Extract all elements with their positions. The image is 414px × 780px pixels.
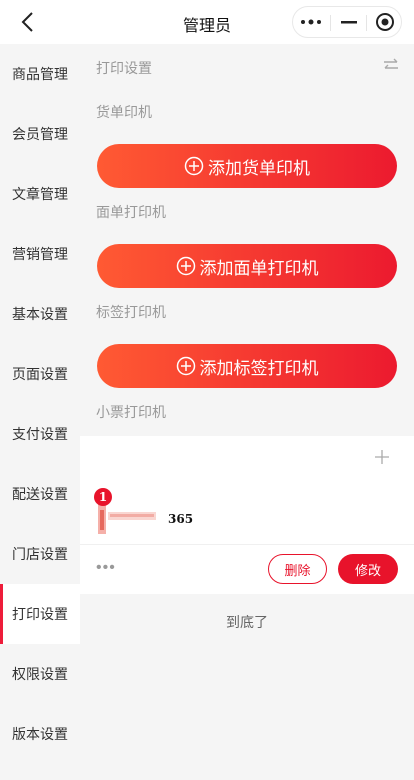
- sidebar-item-permission[interactable]: 权限设置: [0, 644, 80, 704]
- add-invoice-printer-label: 添加货单印机: [208, 158, 310, 178]
- sidebar-item-print[interactable]: 打印设置: [0, 584, 80, 644]
- waybill-printer-label: 面单打印机: [96, 204, 166, 220]
- nav-bar: 管理员: [0, 0, 414, 44]
- plus-circle-icon: [176, 356, 195, 376]
- sidebar-item-goods[interactable]: 商品管理: [0, 44, 80, 104]
- sidebar-item-label: 版本设置: [12, 726, 68, 742]
- mini-program-capsule: [292, 6, 402, 38]
- add-invoice-printer-button[interactable]: 添加货单印机: [97, 144, 397, 188]
- more-dots-icon[interactable]: [293, 7, 329, 37]
- minimize-icon[interactable]: [331, 7, 367, 37]
- swap-icon[interactable]: [382, 56, 400, 74]
- sidebar-item-label: 会员管理: [12, 126, 68, 142]
- sidebar-item-payment[interactable]: 支付设置: [0, 404, 80, 464]
- printer-name: 365: [168, 512, 194, 526]
- sidebar-item-label: 文章管理: [12, 186, 68, 202]
- tag-printer-label: 标签打印机: [96, 304, 166, 320]
- target-close-icon[interactable]: [367, 7, 403, 37]
- sidebar-item-page[interactable]: 页面设置: [0, 344, 80, 404]
- sidebar-item-label: 基本设置: [12, 306, 68, 322]
- sidebar-item-members[interactable]: 会员管理: [0, 104, 80, 164]
- sidebar-item-label: 权限设置: [12, 666, 68, 682]
- add-waybill-printer-button[interactable]: 添加面单打印机: [97, 244, 397, 288]
- main-content: 打印设置 货单印机 添加货单印机 面单打印机 添加面单打印机 标签打印机 添加标…: [80, 44, 414, 780]
- printer-actions: ••• 删除 修改: [80, 544, 414, 594]
- sidebar-item-label: 打印设置: [12, 606, 68, 622]
- sidebar-item-label: 营销管理: [12, 246, 68, 262]
- add-waybill-printer-label: 添加面单打印机: [199, 258, 319, 278]
- receipt-printer-label: 小票打印机: [96, 404, 166, 420]
- printer-info: 1 365: [80, 486, 414, 544]
- plus-icon[interactable]: [374, 449, 390, 465]
- sidebar: 商品管理 会员管理 文章管理 营销管理 基本设置 页面设置 支付设置 配送设置 …: [0, 44, 80, 780]
- sidebar-item-delivery[interactable]: 配送设置: [0, 464, 80, 524]
- sidebar-item-label: 商品管理: [12, 66, 68, 82]
- sidebar-item-marketing[interactable]: 营销管理: [0, 224, 80, 284]
- sidebar-item-store[interactable]: 门店设置: [0, 524, 80, 584]
- add-tag-printer-button[interactable]: 添加标签打印机: [97, 344, 397, 388]
- sidebar-item-label: 页面设置: [12, 366, 68, 382]
- sidebar-item-label: 门店设置: [12, 546, 68, 562]
- delete-button[interactable]: 删除: [268, 554, 327, 584]
- end-of-list-text: 到底了: [226, 614, 268, 630]
- section-title: 打印设置: [96, 60, 152, 76]
- sidebar-item-basic[interactable]: 基本设置: [0, 284, 80, 344]
- add-tag-printer-label: 添加标签打印机: [199, 358, 319, 378]
- sidebar-item-label: 支付设置: [12, 426, 68, 442]
- plus-circle-icon: [176, 256, 195, 276]
- printer-card: 1 365 ••• 删除 修改: [80, 478, 414, 594]
- printer-index-badge: 1: [94, 488, 112, 506]
- sidebar-item-label: 配送设置: [12, 486, 68, 502]
- invoice-printer-label: 货单印机: [96, 104, 152, 120]
- sidebar-item-articles[interactable]: 文章管理: [0, 164, 80, 224]
- more-options-icon[interactable]: •••: [96, 559, 116, 577]
- add-receipt-printer-row[interactable]: [80, 436, 414, 478]
- plus-circle-icon: [184, 156, 204, 176]
- sidebar-item-version[interactable]: 版本设置: [0, 704, 80, 764]
- edit-button[interactable]: 修改: [338, 554, 398, 584]
